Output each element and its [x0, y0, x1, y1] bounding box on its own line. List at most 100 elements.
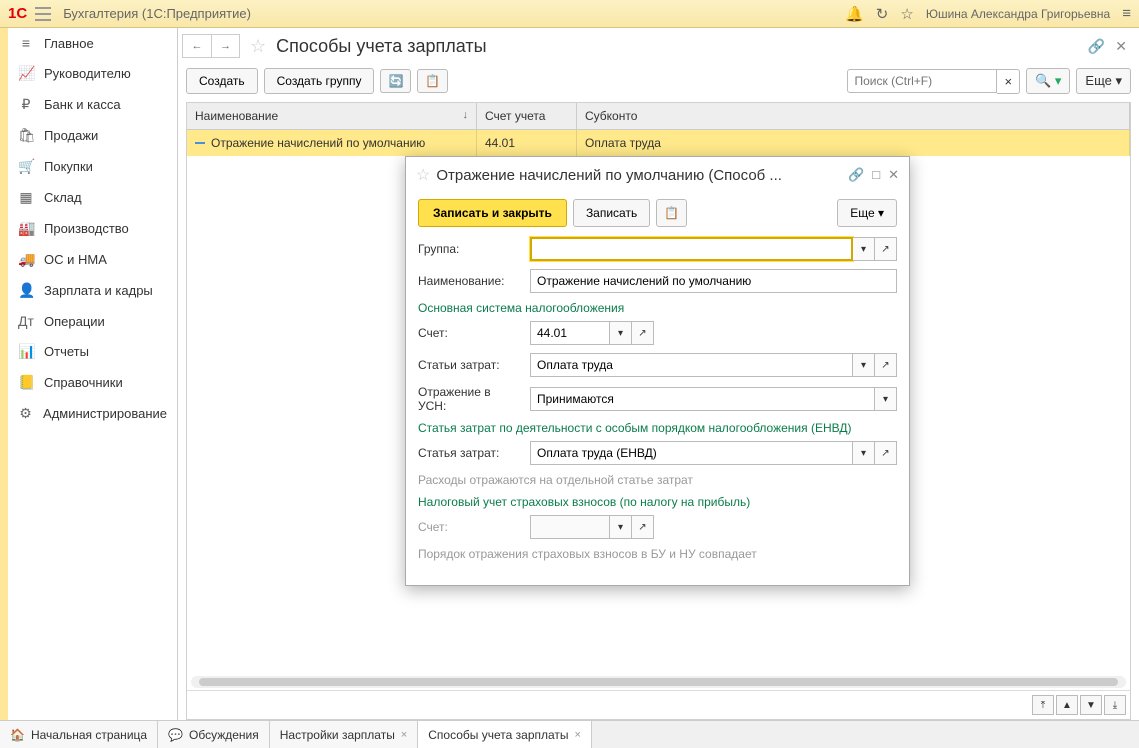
create-group-button[interactable]: Создать группу: [264, 68, 375, 94]
favorite-star-icon[interactable]: ☆: [250, 36, 266, 57]
col-account[interactable]: Счет учета: [477, 103, 577, 129]
more-button[interactable]: Еще ▾: [1076, 68, 1131, 94]
tab-salary-settings[interactable]: Настройки зарплаты×: [270, 721, 419, 748]
history-icon[interactable]: ↻: [876, 5, 889, 23]
dialog-header: ☆ Отражение начислений по умолчанию (Спо…: [406, 157, 909, 193]
cost-item-dropdown-icon[interactable]: ▾: [853, 353, 875, 377]
truck-icon: 🚚: [18, 251, 34, 268]
dialog-body: Записать и закрыть Записать 📋 Еще ▾ Груп…: [406, 193, 909, 585]
tab-home[interactable]: 🏠Начальная страница: [0, 721, 158, 748]
sidebar-item-assets[interactable]: 🚚ОС и НМА: [8, 244, 177, 275]
tab-salary-methods[interactable]: Способы учета зарплаты×: [418, 721, 592, 748]
sidebar-item-salary[interactable]: 👤Зарплата и кадры: [8, 275, 177, 306]
sidebar-label: Склад: [44, 190, 82, 205]
dtkt-icon: Дт: [18, 313, 34, 329]
sidebar-item-admin[interactable]: ⚙Администрирование: [8, 398, 177, 429]
sidebar-label: Зарплата и кадры: [44, 283, 153, 298]
cost-item2-open-icon[interactable]: ↗: [875, 441, 897, 465]
label-name: Наименование:: [418, 274, 522, 288]
window-title: Способы учета зарплаты: [276, 36, 486, 57]
account-open-icon[interactable]: ↗: [632, 321, 654, 345]
dialog-link-icon[interactable]: 🔗: [848, 167, 864, 183]
search-input[interactable]: [847, 69, 997, 93]
barchart-icon: 📊: [18, 343, 34, 360]
sidebar-item-catalogs[interactable]: 📒 Справочники: [8, 367, 177, 398]
nav-last-button[interactable]: ⤓: [1104, 695, 1126, 715]
user-name[interactable]: Юшина Александра Григорьевна: [926, 7, 1110, 21]
nav-forward-button[interactable]: →: [211, 35, 239, 57]
table-nav-footer: ⤒ ▲ ▼ ⤓: [187, 690, 1130, 719]
section-envd[interactable]: Статья затрат по деятельности с особым п…: [418, 421, 897, 435]
table-row[interactable]: Отражение начислений по умолчанию 44.01 …: [187, 130, 1130, 156]
book-icon: 📒: [18, 374, 34, 391]
sidebar-label: Справочники: [44, 375, 123, 390]
app-title: Бухгалтерия (1С:Предприятие): [63, 6, 251, 21]
cost-item2-dropdown-icon[interactable]: ▾: [853, 441, 875, 465]
list-mode-button[interactable]: 📋: [417, 69, 448, 93]
search-submit-button[interactable]: 🔍 ▾: [1026, 68, 1070, 94]
tab-discussions[interactable]: 💬Обсуждения: [158, 721, 270, 748]
group-open-icon[interactable]: ↗: [875, 237, 897, 261]
account-dropdown-icon[interactable]: ▾: [610, 321, 632, 345]
refresh-button[interactable]: 🔄: [380, 69, 411, 93]
account-input[interactable]: [530, 321, 610, 345]
sidebar-item-bank[interactable]: ₽Банк и касса: [8, 89, 177, 120]
sidebar-item-warehouse[interactable]: ▦Склад: [8, 182, 177, 213]
dialog-list-button[interactable]: 📋: [656, 199, 687, 227]
nav-back-button[interactable]: ←: [183, 35, 211, 57]
label-cost-item2: Статья затрат:: [418, 446, 522, 460]
save-close-button[interactable]: Записать и закрыть: [418, 199, 567, 227]
sidebar-label: Администрирование: [43, 406, 167, 421]
usn-dropdown-icon[interactable]: ▾: [875, 387, 897, 411]
nav-up-button[interactable]: ▲: [1056, 695, 1078, 715]
save-button[interactable]: Записать: [573, 199, 650, 227]
section-tax-insurance[interactable]: Налоговый учет страховых взносов (по нал…: [418, 495, 897, 509]
row-marker-icon: [195, 142, 205, 144]
cost-item-open-icon[interactable]: ↗: [875, 353, 897, 377]
close-icon[interactable]: ✕: [1115, 38, 1127, 55]
sidebar-item-operations[interactable]: Дт Операции: [8, 306, 177, 336]
menu-toggle-icon[interactable]: [35, 7, 51, 21]
sidebar-item-manager[interactable]: 📈Руководителю: [8, 58, 177, 89]
cost-item-input[interactable]: [530, 353, 853, 377]
create-button[interactable]: Создать: [186, 68, 258, 94]
label-cost-item: Статьи затрат:: [418, 358, 522, 372]
group-dropdown-icon[interactable]: ▾: [853, 237, 875, 261]
sidebar-item-sales[interactable]: 🛍Продажи: [8, 120, 177, 151]
search-clear-button[interactable]: ×: [997, 69, 1020, 94]
name-input[interactable]: [530, 269, 897, 293]
horizontal-scrollbar[interactable]: [191, 676, 1126, 688]
link-icon[interactable]: 🔗: [1088, 38, 1105, 55]
nav-down-button[interactable]: ▼: [1080, 695, 1102, 715]
usn-input[interactable]: [530, 387, 875, 411]
section-main-tax[interactable]: Основная система налогообложения: [418, 301, 897, 315]
sidebar-label: Отчеты: [44, 344, 89, 359]
sidebar-item-production[interactable]: 🏭Производство: [8, 213, 177, 244]
window-header: ← → ☆ Способы учета зарплаты 🔗 ✕: [178, 28, 1139, 64]
col-name[interactable]: Наименование↓: [187, 103, 477, 129]
account2-dropdown-icon: ▾: [610, 515, 632, 539]
star-icon[interactable]: ☆: [900, 5, 913, 23]
sidebar-label: Операции: [44, 314, 105, 329]
col-sub[interactable]: Субконто: [577, 103, 1130, 129]
logo-1c: 1C: [8, 5, 27, 22]
dialog-more-button[interactable]: Еще ▾: [837, 199, 897, 227]
cost-item2-input[interactable]: [530, 441, 853, 465]
list-toolbar: Создать Создать группу 🔄 📋 × 🔍 ▾ Еще ▾: [178, 64, 1139, 98]
sidebar-item-main[interactable]: ≡Главное: [8, 28, 177, 58]
sidebar-item-reports[interactable]: 📊 Отчеты: [8, 336, 177, 367]
tab-close-icon[interactable]: ×: [575, 729, 581, 741]
bell-icon[interactable]: 🔔: [845, 5, 864, 23]
nav-first-button[interactable]: ⤒: [1032, 695, 1054, 715]
group-input[interactable]: [530, 237, 853, 261]
dialog-close-icon[interactable]: ✕: [888, 167, 899, 183]
dialog-toolbar: Записать и закрыть Записать 📋 Еще ▾: [418, 199, 897, 227]
sidebar: ≡Главное 📈Руководителю ₽Банк и касса 🛍Пр…: [8, 28, 178, 720]
sidebar-label: Главное: [44, 36, 94, 51]
equals-icon[interactable]: ≡: [1122, 5, 1131, 22]
tab-close-icon[interactable]: ×: [401, 729, 407, 741]
factory-icon: 🏭: [18, 220, 34, 237]
sidebar-item-purchases[interactable]: 🛒Покупки: [8, 151, 177, 182]
dialog-maximize-icon[interactable]: □: [872, 167, 880, 183]
dialog-star-icon[interactable]: ☆: [416, 165, 430, 185]
